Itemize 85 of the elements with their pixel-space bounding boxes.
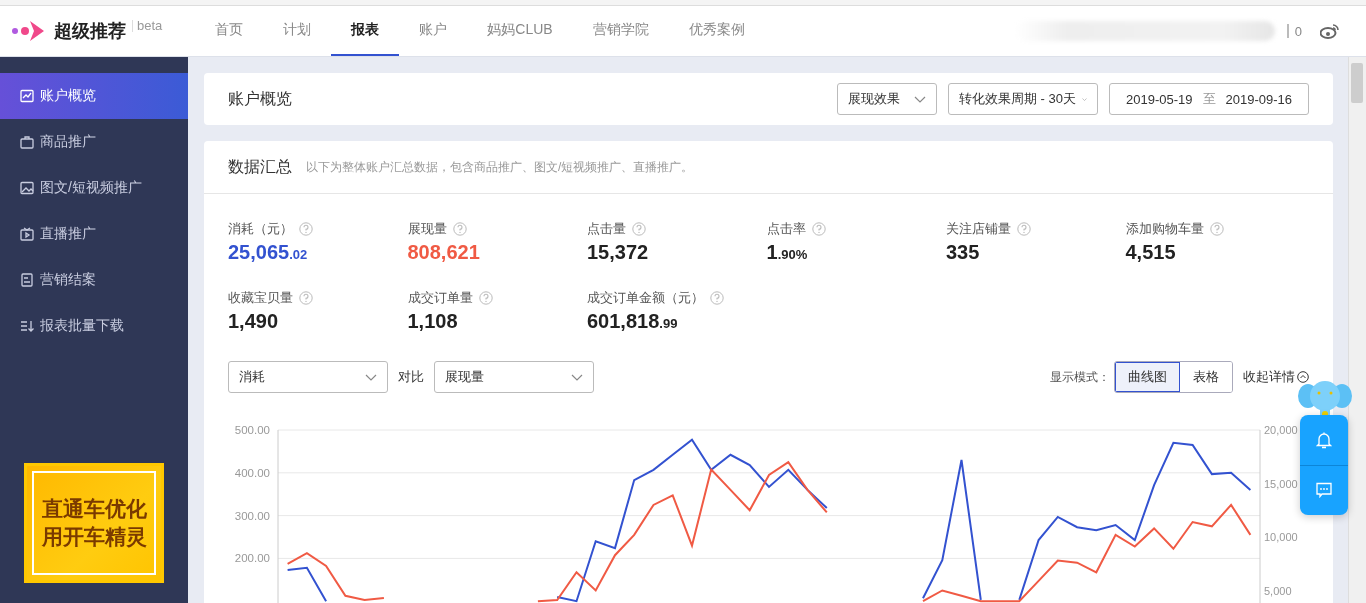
filter-dropdown[interactable]: 转化效果周期 - 30天: [948, 83, 1098, 115]
start-date: 2019-05-19: [1126, 91, 1193, 107]
beta-label: beta: [132, 20, 163, 32]
axis-label: 300.00: [234, 509, 270, 522]
axis-label: 10,000: [1264, 531, 1298, 543]
help-icon[interactable]: [632, 222, 646, 236]
nav-tab[interactable]: 优秀案例: [668, 6, 765, 56]
help-icon[interactable]: [299, 222, 313, 236]
list-download-icon: [20, 319, 34, 333]
axis-label: 15,000: [1264, 477, 1298, 490]
help-icon[interactable]: [710, 291, 724, 305]
logo-icon: [12, 19, 46, 43]
sidebar-item[interactable]: 商品推广: [0, 119, 188, 165]
help-icon[interactable]: [299, 291, 313, 305]
image-icon: [20, 181, 34, 195]
scrollbar[interactable]: [1348, 57, 1366, 603]
metric-dropdown[interactable]: 展现量: [434, 361, 594, 393]
axis-label: 200.00: [234, 552, 270, 565]
nav-tab[interactable]: 计划: [263, 6, 332, 56]
nav-tab[interactable]: 营销学院: [572, 6, 669, 56]
message-count: 0: [1294, 23, 1302, 39]
collapse-up-icon[interactable]: [1297, 371, 1309, 383]
ad-banner[interactable]: 直通车优化 用开车精灵: [24, 463, 164, 583]
nav-tab[interactable]: 报表: [331, 6, 400, 56]
metric-label: 添加购物车量: [1125, 220, 1204, 238]
sidebar-item[interactable]: 账户概览: [0, 73, 188, 119]
metric-label: 消耗（元）: [228, 220, 293, 238]
metric-label: 收藏宝贝量: [228, 289, 293, 307]
mode-label: 显示模式：: [1050, 368, 1110, 386]
filter-dropdown[interactable]: 展现效果: [837, 83, 937, 115]
tv-icon: [20, 227, 34, 241]
help-icon[interactable]: [478, 291, 493, 305]
metric-value: 335: [946, 241, 981, 264]
weibo-icon[interactable]: [1320, 23, 1340, 39]
chat-icon: [1316, 482, 1332, 499]
metric-value: 1,108: [407, 310, 459, 333]
help-icon[interactable]: [1017, 222, 1031, 236]
axis-label: 400.00: [234, 466, 270, 479]
caret-icon: [365, 373, 377, 381]
logo-text: 超级推荐: [54, 20, 126, 43]
axis-label: 500.00: [234, 424, 270, 436]
sidebar-item[interactable]: 直播推广: [0, 211, 188, 257]
metric-value: 25,065.02: [228, 241, 309, 264]
sidebar-item[interactable]: 营销结案: [0, 257, 188, 303]
metric-value: 4,515: [1125, 241, 1177, 264]
chart-icon: [20, 89, 34, 103]
axis-label: 20,000: [1264, 424, 1298, 436]
compare-label: 对比: [398, 368, 424, 386]
metric-value: 15,372: [587, 241, 650, 264]
collapse-link[interactable]: 收起详情: [1243, 368, 1295, 386]
metric-label: 关注店铺量: [946, 220, 1011, 238]
banner-text: 用开车精灵: [41, 524, 147, 550]
nav-tab[interactable]: 妈妈CLUB: [467, 6, 573, 56]
bag-icon: [20, 135, 34, 149]
metric-label: 成交订单量: [407, 289, 473, 307]
nav-tab[interactable]: 首页: [195, 6, 264, 56]
caret-icon: [1082, 95, 1087, 103]
metric-dropdown[interactable]: 消耗: [228, 361, 388, 393]
section-title: 数据汇总: [228, 156, 292, 177]
document-icon: [20, 273, 34, 287]
metric-value: 1,490: [228, 310, 280, 333]
metric-label: 点击量: [587, 220, 626, 238]
sidebar-item[interactable]: 图文/短视频推广: [0, 165, 188, 211]
nav-tab[interactable]: 账户: [399, 6, 468, 56]
metric-label: 成交订单金额（元）: [587, 289, 704, 307]
metric-value: 601,818.99: [587, 310, 679, 333]
date-range-field[interactable]: 2019-05-19 至 2019-09-16: [1109, 83, 1309, 115]
end-date: 2019-09-16: [1225, 91, 1292, 107]
caret-icon: [571, 373, 583, 381]
axis-label: 5,000: [1264, 584, 1292, 597]
help-icon[interactable]: [811, 222, 826, 236]
bell-icon: [1316, 430, 1332, 449]
page-title: 账户概览: [228, 88, 292, 109]
help-icon[interactable]: [452, 222, 467, 236]
metric-value: 1.90%: [766, 241, 809, 264]
section-note: 以下为整体账户汇总数据，包含商品推广、图文/短视频推广、直播推广。: [306, 158, 694, 176]
metric-value: 808,621: [407, 241, 481, 264]
view-mode-tab[interactable]: 曲线图: [1115, 362, 1180, 392]
caret-icon: [914, 95, 926, 103]
sidebar-item[interactable]: 报表批量下载: [0, 303, 188, 349]
date-separator: 至: [1202, 90, 1216, 108]
help-icon[interactable]: [1209, 222, 1224, 236]
metric-label: 点击率: [766, 220, 806, 238]
banner-text: 直通车优化: [41, 496, 147, 522]
metric-label: 展现量: [407, 220, 447, 238]
